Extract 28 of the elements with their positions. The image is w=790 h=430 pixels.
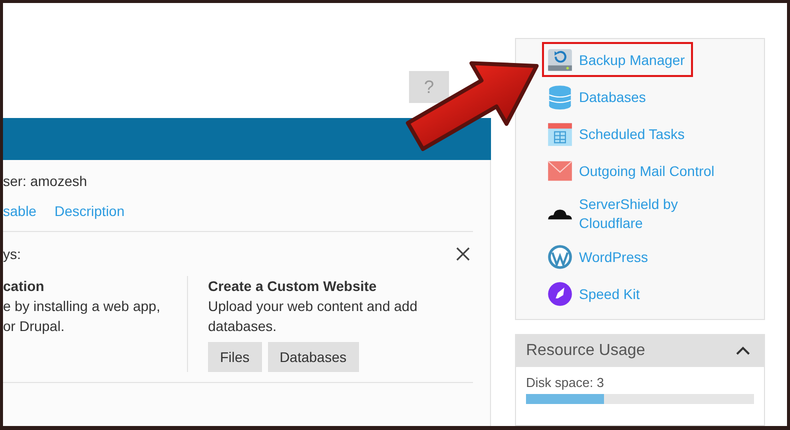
database-icon [547, 84, 573, 110]
sidebar-item[interactable]: Databases [542, 79, 654, 114]
help-button[interactable]: ? [409, 71, 449, 103]
disk-space-label: Disk space: 3 [526, 375, 606, 390]
tab-link[interactable]: sable [3, 203, 36, 219]
option-title: Create a Custom Website [208, 277, 378, 296]
calendar-icon [547, 121, 573, 147]
option-button[interactable]: Databases [268, 342, 358, 372]
sidebar-item[interactable]: Backup Manager [542, 42, 693, 77]
option-description: Upload your web content and add databases. [208, 297, 418, 336]
wordpress-icon [547, 244, 573, 270]
caret-icon[interactable] [736, 346, 750, 356]
sidebar-item[interactable]: ServerShield by Cloudflare [542, 190, 737, 237]
option-description: or Drupal. [3, 317, 66, 336]
option-description: e by installing a web app, [3, 297, 162, 316]
panel-title: Resource Usage [526, 342, 646, 360]
drive-icon [547, 47, 573, 73]
envelope-icon [547, 158, 573, 184]
option-title: cation [3, 277, 46, 296]
section-title: ys: [3, 246, 21, 262]
option-button[interactable]: Files [208, 342, 262, 372]
sidebar-item[interactable]: Outgoing Mail Control [542, 153, 722, 188]
close-icon[interactable] [456, 247, 470, 261]
owner-label: ser: amozesh [3, 172, 88, 191]
sidebar-item[interactable]: WordPress [542, 239, 656, 274]
tab-link[interactable]: Description [54, 203, 124, 219]
sidebar-item[interactable]: Scheduled Tasks [542, 116, 693, 151]
sidebar-item[interactable]: Speed Kit [542, 276, 648, 311]
